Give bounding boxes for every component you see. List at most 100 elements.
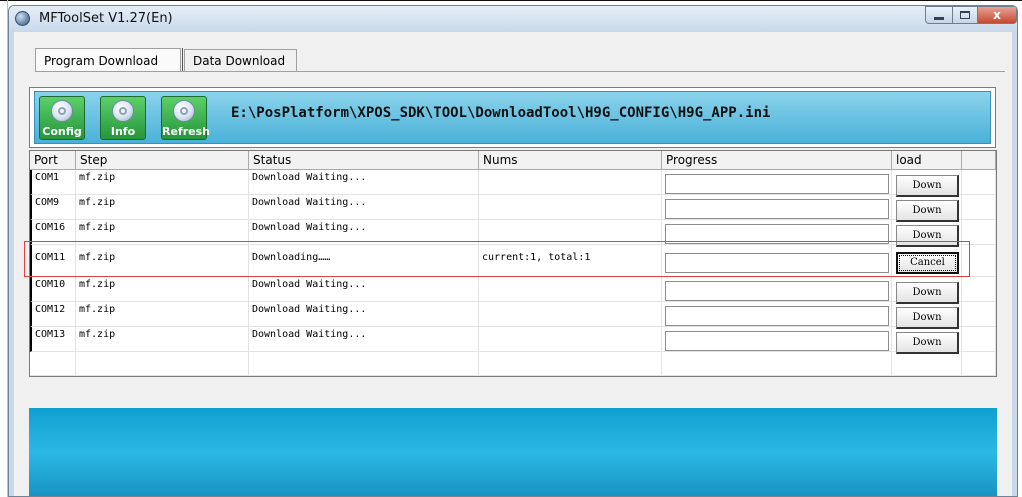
column-header-blank [962, 151, 996, 170]
blank-cell [962, 302, 996, 327]
progress-bar [665, 306, 889, 326]
down-button[interactable]: Down [896, 225, 959, 247]
table-row[interactable]: COM9 mf.zip Download Waiting... Down [30, 195, 996, 222]
port-cell: COM9 [30, 195, 76, 220]
down-button[interactable]: Down [896, 332, 959, 354]
info-button[interactable]: Info [100, 96, 146, 140]
column-header-step[interactable]: Step [76, 151, 249, 170]
table-row-active[interactable]: COM11 mf.zip Downloading…… current:1, to… [30, 245, 996, 277]
blank-cell [962, 220, 996, 245]
status-cell: Download Waiting... [249, 220, 479, 245]
app-icon [15, 11, 30, 26]
tab-label: Data Download [193, 53, 286, 68]
tab-body-border [35, 71, 1005, 72]
column-header-progress[interactable]: Progress [662, 151, 892, 170]
nums-cell [479, 220, 662, 245]
down-button[interactable]: Down [896, 282, 959, 304]
step-cell: mf.zip [76, 277, 249, 302]
progress-cell [662, 170, 892, 195]
maximize-icon [960, 11, 970, 19]
port-cell: COM10 [30, 277, 76, 302]
blank-cell [962, 195, 996, 220]
blank-cell [962, 245, 996, 277]
close-icon: x [993, 8, 1001, 22]
config-path: E:\PosPlatform\XPOS_SDK\TOOL\DownloadToo… [231, 105, 771, 121]
progress-bar [665, 281, 889, 301]
info-icon [112, 100, 134, 122]
down-button[interactable]: Down [896, 175, 959, 197]
progress-cell [662, 327, 892, 352]
port-cell: COM1 [30, 170, 76, 195]
maximize-button[interactable] [952, 6, 978, 24]
nums-cell [479, 195, 662, 220]
config-button[interactable]: Config [39, 96, 85, 140]
down-button[interactable]: Down [896, 307, 959, 329]
status-cell: Download Waiting... [249, 277, 479, 302]
empty-cell [30, 352, 76, 376]
load-cell: Down [892, 170, 962, 197]
empty-cell [662, 352, 892, 376]
toolbar: Config Info Refresh E:\PosPlatform\XPOS_… [29, 87, 996, 148]
info-label: Info [110, 125, 136, 138]
client-area: Program Download Data Download Config In… [14, 32, 1012, 496]
load-cell: Down [892, 302, 962, 329]
tab-data-download[interactable]: Data Download [184, 49, 297, 71]
status-cell: Download Waiting... [249, 195, 479, 220]
refresh-button[interactable]: Refresh [161, 96, 210, 140]
tab-label: Program Download [44, 53, 159, 68]
title-bar[interactable]: MFToolSet V1.27(En) x [9, 6, 1017, 32]
nums-cell [479, 302, 662, 327]
table-row[interactable]: COM1 mf.zip Download Waiting... Down [30, 170, 996, 197]
nums-cell: current:1, total:1 [479, 245, 662, 277]
load-cell: Down [892, 327, 962, 354]
empty-cell [962, 352, 996, 376]
progress-cell [662, 195, 892, 220]
minimize-icon [934, 16, 944, 20]
column-header-port[interactable]: Port [30, 151, 76, 170]
table-row[interactable]: COM10 mf.zip Download Waiting... Down [30, 277, 996, 304]
empty-cell [892, 352, 962, 376]
empty-cell [249, 352, 479, 376]
status-cell: Downloading…… [249, 245, 479, 277]
close-button[interactable]: x [977, 6, 1017, 24]
config-label: Config [42, 125, 82, 138]
table-row[interactable]: COM12 mf.zip Download Waiting... Down [30, 302, 996, 329]
progress-bar [665, 331, 889, 351]
down-button[interactable]: Down [896, 200, 959, 222]
window-title: MFToolSet V1.27(En) [39, 11, 173, 26]
step-cell: mf.zip [76, 245, 249, 277]
column-header-status[interactable]: Status [249, 151, 479, 170]
progress-bar [665, 174, 889, 194]
minimize-button[interactable] [925, 6, 953, 24]
config-icon [51, 100, 73, 122]
status-cell: Download Waiting... [249, 170, 479, 195]
port-grid: Port Step Status Nums Progress load COM1… [29, 150, 997, 377]
status-cell: Download Waiting... [249, 327, 479, 352]
column-header-load[interactable]: load [892, 151, 962, 170]
nums-cell [479, 170, 662, 195]
blank-cell [962, 277, 996, 302]
refresh-label: Refresh [162, 125, 210, 138]
table-row[interactable]: COM16 mf.zip Download Waiting... Down [30, 220, 996, 247]
progress-bar [665, 253, 889, 273]
status-cell: Download Waiting... [249, 302, 479, 327]
progress-cell [662, 220, 892, 245]
load-cell: Down [892, 195, 962, 222]
progress-cell [662, 245, 892, 277]
progress-bar [665, 199, 889, 219]
top-edge-line [0, 0, 1022, 1]
tab-divider [182, 48, 183, 72]
cancel-button[interactable]: Cancel [896, 252, 959, 274]
empty-cell [76, 352, 249, 376]
port-cell: COM12 [30, 302, 76, 327]
table-row[interactable]: COM13 mf.zip Download Waiting... Down [30, 327, 996, 354]
column-header-nums[interactable]: Nums [479, 151, 662, 170]
port-cell: COM13 [30, 327, 76, 352]
tab-strip: Program Download Data Download [14, 32, 1012, 78]
nums-cell [479, 327, 662, 352]
tab-program-download[interactable]: Program Download [35, 48, 181, 72]
progress-cell [662, 277, 892, 302]
toolbar-panel: Config Info Refresh E:\PosPlatform\XPOS_… [34, 91, 991, 144]
step-cell: mf.zip [76, 220, 249, 245]
port-cell: COM16 [30, 220, 76, 245]
